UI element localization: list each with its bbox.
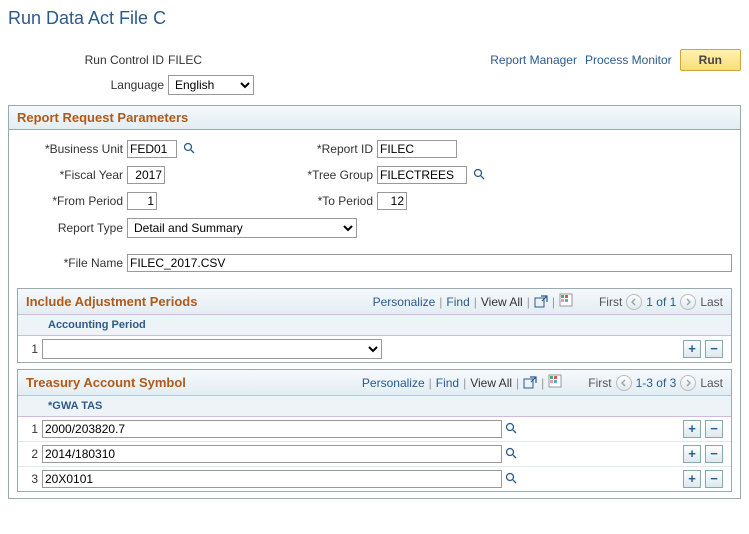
view-all-label: View All <box>470 376 512 390</box>
personalize-link[interactable]: Personalize <box>362 376 425 390</box>
last-label: Last <box>700 376 723 390</box>
report-id-input[interactable] <box>377 140 457 158</box>
find-link[interactable]: Find <box>446 295 469 309</box>
process-monitor-link[interactable]: Process Monitor <box>585 53 672 67</box>
row-number: 2 <box>22 447 42 461</box>
lookup-icon[interactable] <box>473 168 485 183</box>
tree-group-input[interactable] <box>377 166 467 184</box>
to-period-input[interactable] <box>377 192 407 210</box>
adjustment-grid-title: Include Adjustment Periods <box>26 294 197 309</box>
nav-counter: 1 of 1 <box>646 295 676 309</box>
delete-row-button[interactable]: − <box>705 470 723 488</box>
tree-group-label: *Tree Group <box>267 168 377 182</box>
fiscal-year-label: *Fiscal Year <box>17 168 127 182</box>
gwa-tas-input[interactable] <box>42 470 502 488</box>
row-number: 3 <box>22 472 42 486</box>
run-button[interactable]: Run <box>680 49 741 71</box>
business-unit-input[interactable] <box>127 140 177 158</box>
personalize-link[interactable]: Personalize <box>373 295 436 309</box>
row-number: 1 <box>22 342 42 356</box>
fiscal-year-input[interactable] <box>127 166 165 184</box>
zoom-icon[interactable] <box>523 376 537 390</box>
gwa-tas-input[interactable] <box>42 420 502 438</box>
lookup-icon[interactable] <box>505 472 517 487</box>
from-period-input[interactable] <box>127 192 157 210</box>
grid-row: 3 + − <box>18 466 731 491</box>
run-control-id-label: Run Control ID <box>8 53 168 67</box>
add-row-button[interactable]: + <box>683 420 701 438</box>
add-row-button[interactable]: + <box>683 445 701 463</box>
report-type-label: Report Type <box>17 221 127 235</box>
accounting-period-header: Accounting Period <box>26 319 146 331</box>
gwa-tas-input[interactable] <box>42 445 502 463</box>
next-button[interactable] <box>680 375 696 391</box>
add-row-button[interactable]: + <box>683 470 701 488</box>
page-title: Run Data Act File C <box>8 8 741 29</box>
business-unit-label: *Business Unit <box>17 142 127 156</box>
file-name-input[interactable] <box>127 254 732 272</box>
file-name-label: *File Name <box>17 256 127 270</box>
accounting-period-select[interactable] <box>42 339 382 359</box>
prev-button[interactable] <box>616 375 632 391</box>
grid-row: 1 + − <box>18 336 731 362</box>
row-number: 1 <box>22 422 42 436</box>
report-type-select[interactable]: Detail and Summary <box>127 218 357 238</box>
run-control-id-value: FILEC <box>168 53 202 67</box>
first-label: First <box>599 295 622 309</box>
add-row-button[interactable]: + <box>683 340 701 358</box>
report-manager-link[interactable]: Report Manager <box>490 53 577 67</box>
zoom-icon[interactable] <box>534 295 548 309</box>
download-icon[interactable] <box>548 374 562 391</box>
delete-row-button[interactable]: − <box>705 420 723 438</box>
delete-row-button[interactable]: − <box>705 340 723 358</box>
download-icon[interactable] <box>559 293 573 310</box>
last-label: Last <box>700 295 723 309</box>
group-header: Report Request Parameters <box>9 106 740 130</box>
find-link[interactable]: Find <box>436 376 459 390</box>
first-label: First <box>588 376 611 390</box>
from-period-label: *From Period <box>17 194 127 208</box>
report-request-parameters-group: Report Request Parameters *Business Unit… <box>8 105 741 499</box>
lookup-icon[interactable] <box>505 447 517 462</box>
prev-button[interactable] <box>626 294 642 310</box>
gwa-tas-header: *GWA TAS <box>26 400 102 412</box>
tas-grid-title: Treasury Account Symbol <box>26 375 186 390</box>
grid-row: 1 + − <box>18 417 731 441</box>
lookup-icon[interactable] <box>183 142 195 157</box>
next-button[interactable] <box>680 294 696 310</box>
delete-row-button[interactable]: − <box>705 445 723 463</box>
to-period-label: *To Period <box>267 194 377 208</box>
nav-counter: 1-3 of 3 <box>636 376 677 390</box>
grid-row: 2 + − <box>18 441 731 466</box>
language-label: Language <box>8 78 168 92</box>
view-all-label: View All <box>481 295 523 309</box>
adjustment-periods-grid: Include Adjustment Periods Personalize |… <box>17 288 732 363</box>
treasury-account-symbol-grid: Treasury Account Symbol Personalize | Fi… <box>17 369 732 492</box>
lookup-icon[interactable] <box>505 422 517 437</box>
report-id-label: *Report ID <box>267 142 377 156</box>
language-select[interactable]: English <box>168 75 254 95</box>
